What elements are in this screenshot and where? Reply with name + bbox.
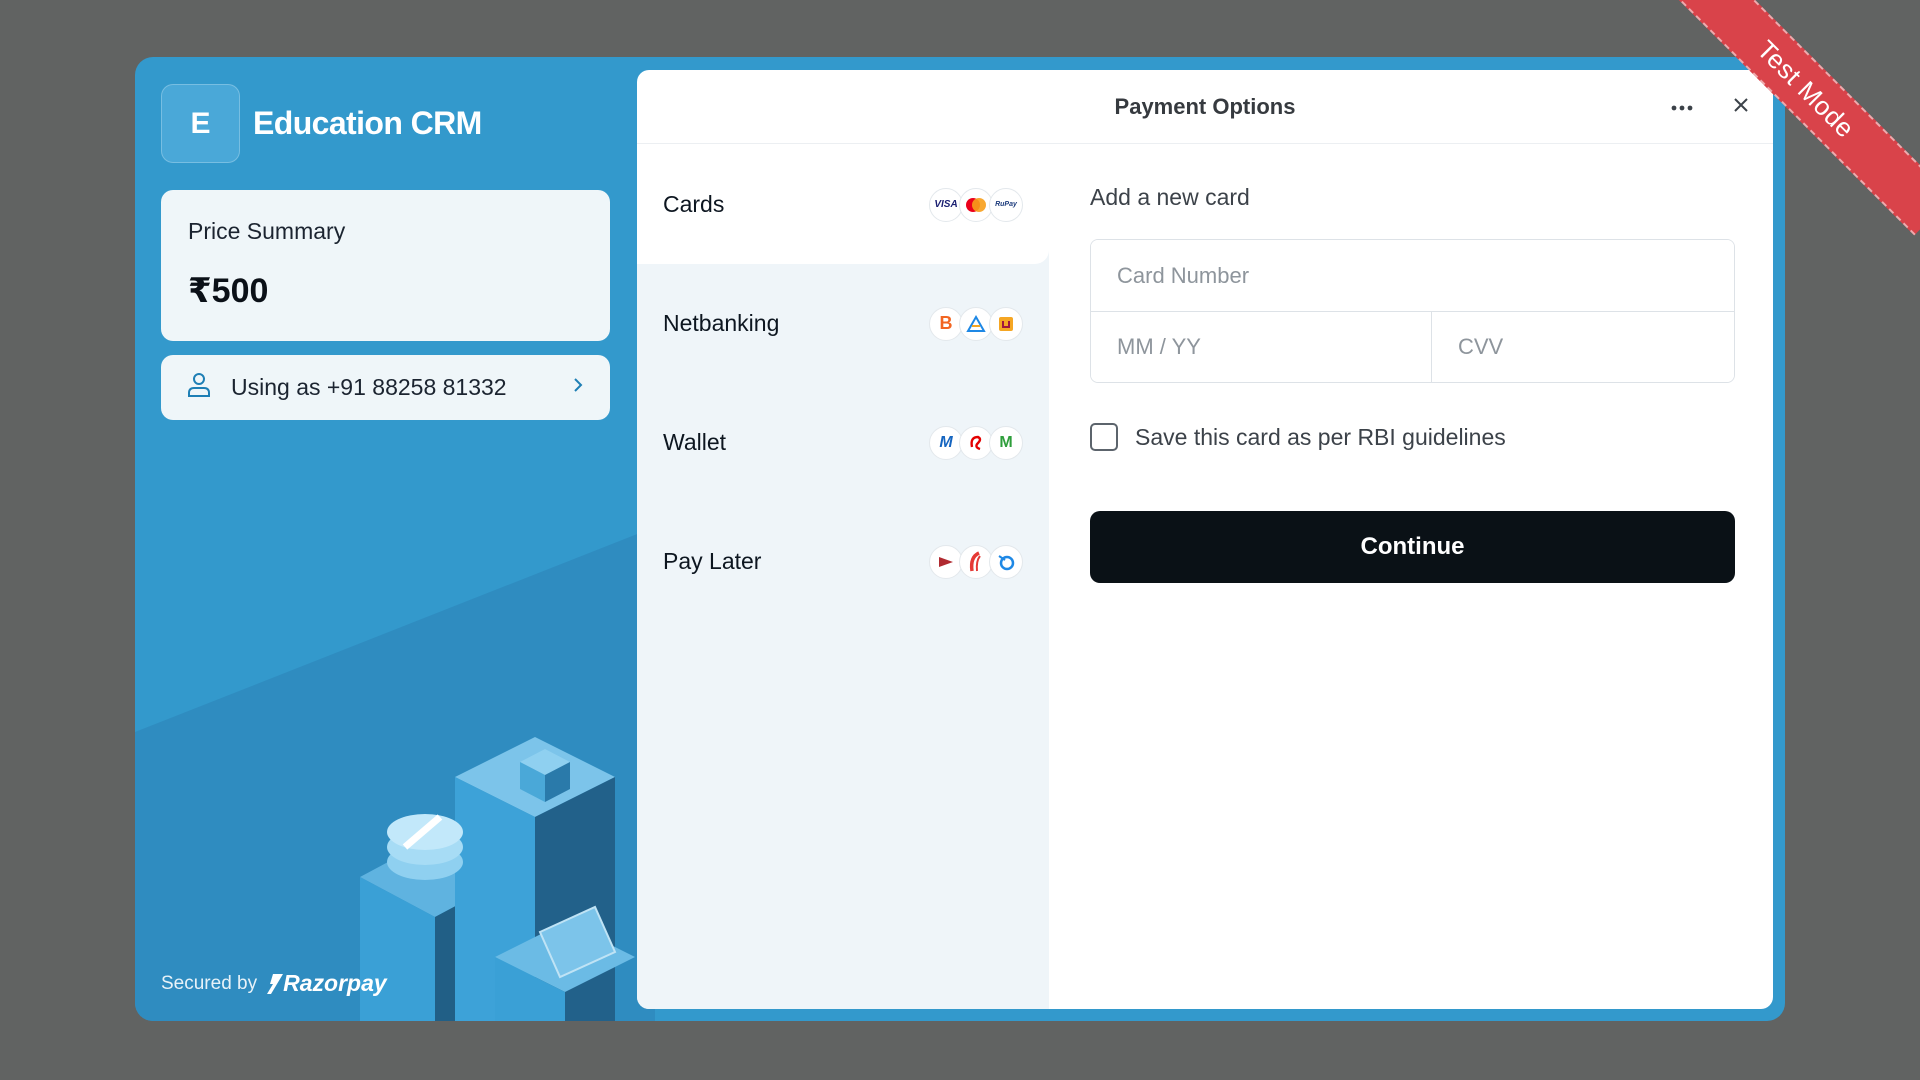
secured-by-footer: Secured by Razorpay: [161, 970, 387, 997]
price-amount: ₹500: [188, 272, 269, 310]
method-label: Netbanking: [663, 310, 780, 336]
save-card-option[interactable]: Save this card as per RBI guidelines: [1090, 423, 1735, 451]
save-card-label: Save this card as per RBI guidelines: [1135, 423, 1506, 450]
method-icons: VISA RuPay: [929, 187, 1023, 222]
bank-of-baroda-icon: B: [929, 306, 963, 341]
method-pay-later[interactable]: Pay Later: [637, 502, 1049, 621]
user-contact-button[interactable]: Using as +91 88258 81332: [161, 355, 610, 420]
epaylater-icon: [989, 544, 1023, 579]
rupay-icon: RuPay: [989, 187, 1023, 222]
payment-methods-list: Cards VISA RuPay Netbanking B Wallet M M…: [637, 145, 1049, 1009]
razorpay-logo: Razorpay: [267, 970, 387, 997]
secured-by-label: Secured by: [161, 972, 258, 994]
add-card-title: Add a new card: [1090, 184, 1250, 210]
add-card-form: Add a new card Save this card as per RBI…: [1090, 145, 1735, 583]
merchant-logo: E: [161, 84, 240, 163]
payment-options-panel: Payment Options Cards VISA RuPay Netbank…: [637, 70, 1773, 1009]
panel-title: Payment Options: [1114, 93, 1296, 119]
method-icons: M M: [929, 425, 1023, 460]
test-mode-ribbon: Test Mode: [1660, 0, 1920, 236]
icici-paylater-icon: [929, 544, 963, 579]
jiomoney-icon: M: [989, 425, 1023, 460]
method-icons: B: [929, 306, 1023, 341]
method-wallet[interactable]: Wallet M M: [637, 383, 1049, 502]
card-number-input[interactable]: [1091, 240, 1734, 311]
method-cards[interactable]: Cards VISA RuPay: [637, 145, 1049, 264]
user-icon: [187, 372, 211, 403]
method-netbanking[interactable]: Netbanking B: [637, 264, 1049, 383]
panel-header: Payment Options: [637, 70, 1773, 144]
mastercard-icon: [959, 187, 993, 222]
checkout-modal: E Education CRM Price Summary ₹500 Using…: [135, 57, 1785, 1021]
test-mode-ribbon-container: Test Mode: [1660, 0, 1920, 260]
mobikwik-icon: M: [929, 425, 963, 460]
allahabad-bank-icon: [959, 306, 993, 341]
cvv-input[interactable]: [1431, 312, 1734, 382]
card-input-group: [1090, 239, 1735, 383]
continue-button[interactable]: Continue: [1090, 511, 1735, 583]
method-label: Wallet: [663, 429, 727, 455]
chevron-right-icon: [572, 377, 584, 398]
merchant-name: Education CRM: [253, 105, 482, 141]
razorpay-brand: Razorpay: [283, 970, 387, 996]
punjab-national-bank-icon: [989, 306, 1023, 341]
expiry-input[interactable]: [1091, 312, 1431, 382]
method-label: Pay Later: [663, 548, 762, 574]
lazypay-icon: [959, 544, 993, 579]
method-label: Cards: [663, 191, 725, 217]
merchant-header: E Education CRM: [161, 84, 482, 163]
save-card-checkbox[interactable]: [1090, 423, 1118, 451]
razorpay-mark-icon: [267, 973, 284, 994]
airtel-payments-bank-icon: [959, 425, 993, 460]
price-summary-card: Price Summary ₹500: [161, 190, 610, 341]
price-summary-title: Price Summary: [188, 218, 346, 244]
visa-icon: VISA: [929, 187, 963, 222]
user-contact-label: Using as +91 88258 81332: [231, 374, 507, 400]
method-icons: [929, 544, 1023, 579]
